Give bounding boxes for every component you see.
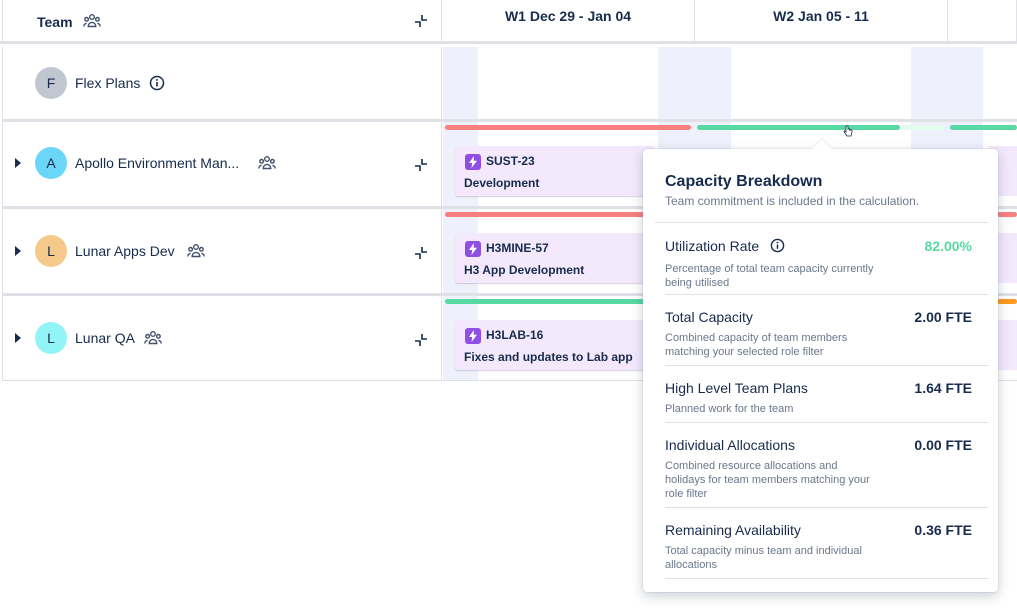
avatar: F	[35, 67, 67, 99]
info-icon[interactable]	[149, 75, 165, 96]
issue-summary: H3 App Development	[464, 263, 585, 277]
metric-description: Combined resource allocations and holida…	[665, 460, 870, 500]
capacity-bar-over[interactable]	[445, 125, 691, 130]
metric-description: Combined capacity of team members matchi…	[665, 332, 848, 358]
avatar: L	[35, 235, 67, 267]
metric-value: 82.00%	[924, 238, 972, 254]
team-cell: L Lunar Apps Dev	[2, 209, 442, 293]
issue-key: H3LAB-16	[486, 328, 544, 342]
popover-subtitle: Team commitment is included in the calcu…	[665, 194, 920, 208]
team-row: F Flex Plans	[2, 47, 1017, 122]
week-column-header	[948, 0, 1017, 42]
expand-caret-icon[interactable]	[15, 333, 21, 343]
grid-header: Team W1 Dec 29 - Jan 04 W2 Jan 05 - 11	[0, 0, 1017, 44]
issue-summary: Development	[464, 176, 540, 190]
team-name[interactable]: Apollo Environment Man...	[75, 155, 239, 171]
issue-summary: Fixes and updates to Lab app	[464, 350, 633, 364]
collapse-arrows-icon[interactable]	[414, 246, 428, 265]
team-column-label: Team	[37, 14, 73, 30]
issue-card[interactable]: H3MINE-57 H3 App Development	[455, 233, 655, 283]
people-icon	[83, 13, 101, 34]
metric-value: 1.64 FTE	[914, 380, 972, 396]
people-icon	[144, 330, 162, 351]
avatar: L	[35, 322, 67, 354]
hand-cursor-icon	[843, 124, 853, 142]
epic-lightning-icon	[465, 154, 481, 170]
capacity-bar-under[interactable]	[697, 125, 900, 130]
team-cell: L Lunar QA	[2, 296, 442, 380]
epic-lightning-icon	[465, 241, 481, 257]
metric-individual-allocations: Individual Allocations Combined resource…	[665, 437, 972, 501]
metric-utilization-rate: Utilization Rate Percentage of total tea…	[665, 238, 972, 290]
collapse-arrows-icon[interactable]	[414, 14, 428, 33]
issue-key: SUST-23	[486, 154, 535, 168]
issue-key: H3MINE-57	[486, 241, 549, 255]
capacity-breakdown-popover: Capacity Breakdown Team commitment is in…	[643, 139, 998, 592]
team-name[interactable]: Lunar Apps Dev	[75, 243, 175, 259]
metric-high-level-team-plans: High Level Team Plans Planned work for t…	[665, 380, 972, 416]
metric-label: Individual Allocations	[665, 437, 795, 453]
capacity-bar-over[interactable]	[997, 212, 1017, 217]
divider	[655, 222, 988, 223]
metric-value: 0.00 FTE	[914, 437, 972, 453]
metric-label: High Level Team Plans	[665, 380, 808, 396]
metric-description: Planned work for the team	[665, 403, 794, 415]
expand-caret-icon[interactable]	[15, 158, 21, 168]
divider	[665, 422, 988, 423]
collapse-arrows-icon[interactable]	[414, 333, 428, 352]
metric-label: Utilization Rate	[665, 238, 760, 254]
popover-title: Capacity Breakdown	[665, 173, 823, 190]
expand-caret-icon[interactable]	[15, 246, 21, 256]
divider	[665, 507, 988, 508]
metric-total-capacity: Total Capacity Combined capacity of team…	[665, 309, 972, 359]
week-column-header: W1 Dec 29 - Jan 04	[442, 0, 695, 42]
capacity-bar-remaining	[900, 125, 946, 130]
metric-value: 2.00 FTE	[914, 309, 972, 325]
epic-lightning-icon	[465, 328, 481, 344]
collapse-arrows-icon[interactable]	[414, 158, 428, 177]
capacity-bar-under[interactable]	[445, 299, 645, 304]
team-cell: F Flex Plans	[2, 47, 442, 119]
metric-description: Percentage of total team capacity curren…	[665, 263, 874, 289]
metric-label: Remaining Availability	[665, 522, 801, 538]
people-icon	[258, 155, 276, 176]
metric-remaining-availability: Remaining Availability Total capacity mi…	[665, 522, 972, 572]
metric-label: Total Capacity	[665, 309, 753, 325]
capacity-bar-warning[interactable]	[997, 299, 1017, 304]
divider	[665, 365, 988, 366]
team-cell: A Apollo Environment Man...	[2, 122, 442, 206]
week-column-header: W2 Jan 05 - 11	[695, 0, 948, 42]
capacity-bar-under[interactable]	[950, 125, 1017, 130]
issue-card[interactable]: H3LAB-16 Fixes and updates to Lab app	[455, 320, 655, 370]
team-column-header: Team	[2, 0, 442, 42]
issue-card[interactable]: SUST-23 Development	[455, 146, 655, 196]
people-icon	[187, 243, 205, 264]
team-name[interactable]: Flex Plans	[75, 75, 140, 91]
team-capacity-grid: Team W1 Dec 29 - Jan 04 W2 Jan 05 - 11 F…	[0, 0, 1017, 614]
divider	[665, 578, 988, 579]
metric-description: Total capacity minus team and individual…	[665, 545, 862, 571]
team-name[interactable]: Lunar QA	[75, 330, 135, 346]
info-icon[interactable]	[770, 238, 785, 258]
avatar: A	[35, 147, 67, 179]
metric-value: 0.36 FTE	[914, 522, 972, 538]
capacity-bar-over[interactable]	[445, 212, 645, 217]
divider	[665, 294, 988, 295]
